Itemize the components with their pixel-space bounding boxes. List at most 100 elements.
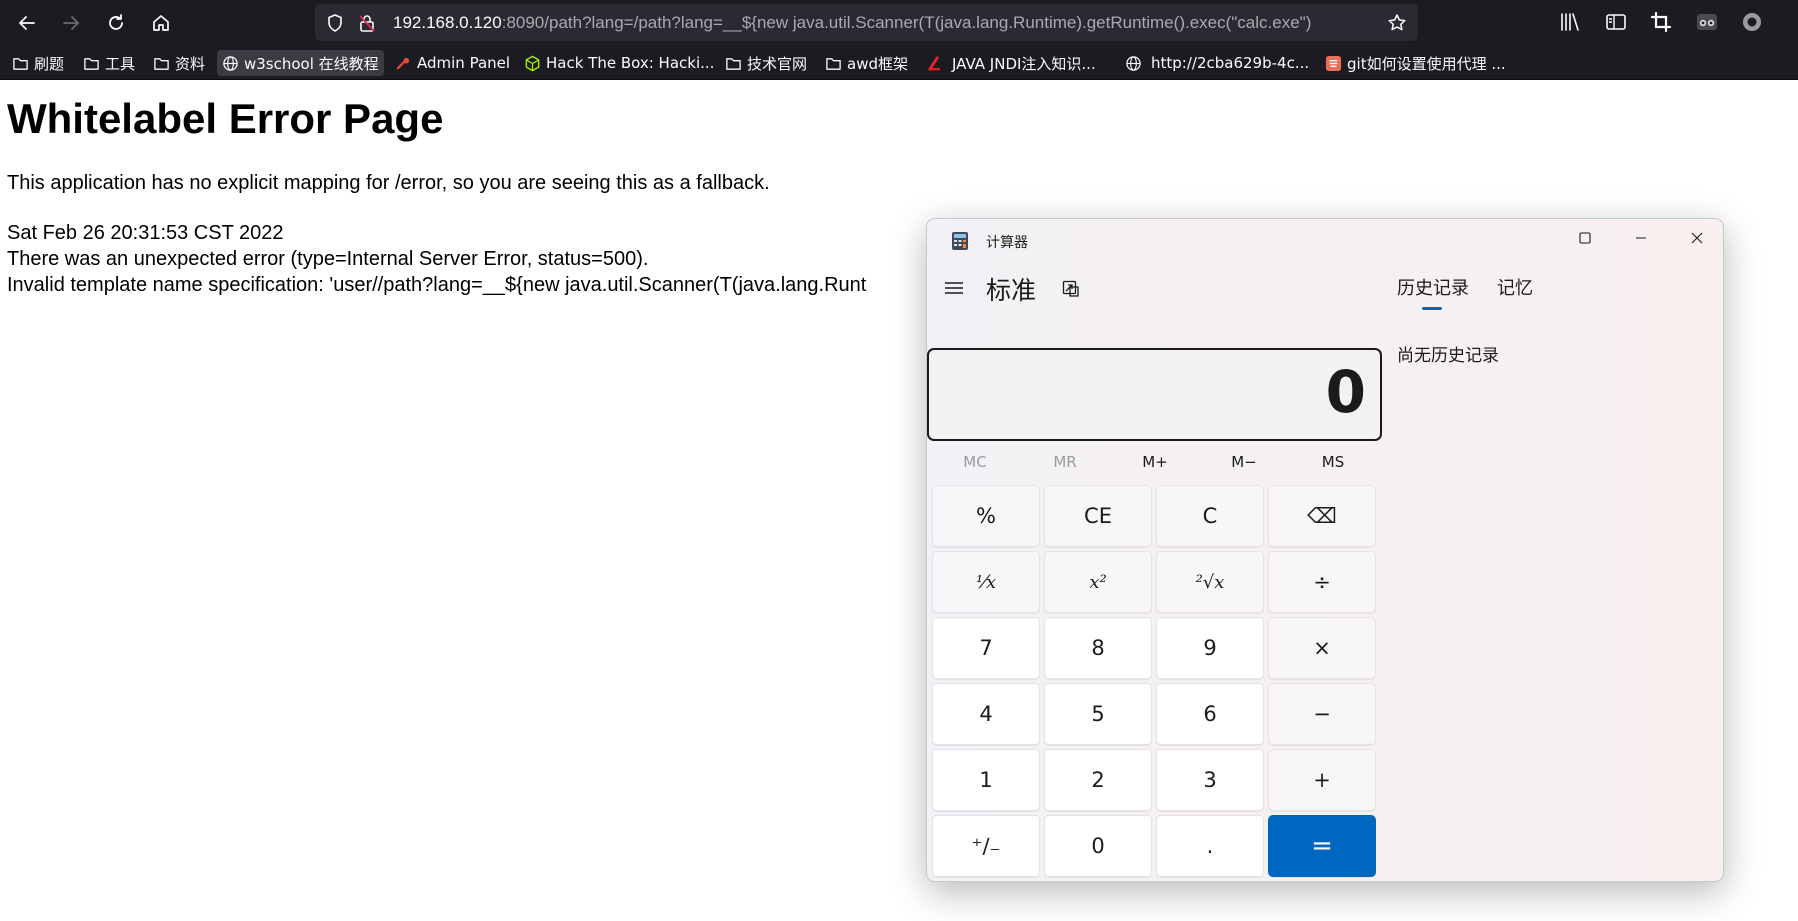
forward-arrow-icon bbox=[63, 16, 79, 30]
digit-1-key[interactable]: 1 bbox=[932, 749, 1040, 811]
bookmark-http-link[interactable]: http://2cba629b-4c... bbox=[1120, 50, 1314, 76]
back-button[interactable] bbox=[11, 7, 43, 39]
close-icon bbox=[1691, 232, 1703, 244]
digit-5-key[interactable]: 5 bbox=[1044, 683, 1152, 745]
close-button[interactable] bbox=[1669, 219, 1723, 257]
folder-icon bbox=[84, 57, 99, 70]
bookmark-label: git如何设置使用代理 ... bbox=[1347, 54, 1506, 73]
negate-key[interactable]: ⁺∕₋ bbox=[932, 815, 1040, 877]
back-arrow-icon bbox=[19, 16, 35, 30]
digit-4-key[interactable]: 4 bbox=[932, 683, 1040, 745]
hackthebox-icon bbox=[525, 55, 540, 71]
reciprocal-key[interactable]: ⅟x bbox=[932, 551, 1040, 613]
memory-clear-button[interactable]: MC bbox=[932, 445, 1018, 479]
tab-memory[interactable]: 记忆 bbox=[1497, 274, 1533, 300]
digit-9-key[interactable]: 9 bbox=[1156, 617, 1264, 679]
account-extension-icon[interactable] bbox=[1740, 10, 1764, 34]
digit-0-key[interactable]: 0 bbox=[1044, 815, 1152, 877]
bookmark-admin-panel[interactable]: Admin Panel bbox=[390, 50, 515, 76]
minimize-icon bbox=[1636, 237, 1646, 239]
csdn-icon bbox=[928, 55, 941, 71]
bookmarks-bar: 刷题 工具 资料 w3school 在线教程 Admin Panel Hack … bbox=[0, 45, 1798, 80]
bookmark-folder-刷题[interactable]: 刷题 bbox=[7, 50, 69, 76]
display-value: 0 bbox=[1325, 358, 1366, 426]
memory-row: MC MR M+ M− MS bbox=[932, 445, 1382, 479]
bookmark-git-proxy[interactable]: git如何设置使用代理 ... bbox=[1320, 50, 1511, 76]
window-title: 计算器 bbox=[986, 235, 1028, 251]
home-icon bbox=[153, 15, 169, 31]
mode-title: 标准 bbox=[986, 276, 1037, 305]
crop-extension-icon[interactable] bbox=[1649, 10, 1673, 34]
bookmark-label: 刷题 bbox=[34, 54, 65, 73]
shield-icon[interactable] bbox=[325, 13, 345, 33]
bookmark-folder-awd框架[interactable]: awd框架 bbox=[820, 50, 913, 76]
calculator-display: 0 bbox=[927, 348, 1382, 441]
admin-panel-icon bbox=[396, 57, 410, 69]
decimal-key[interactable]: . bbox=[1156, 815, 1264, 877]
insecure-lock-icon[interactable] bbox=[357, 13, 377, 33]
error-template-line: Invalid template name specification: 'us… bbox=[7, 274, 867, 296]
maximize-button[interactable] bbox=[1557, 219, 1613, 257]
digit-7-key[interactable]: 7 bbox=[932, 617, 1040, 679]
bookmark-label: JAVA JNDI注入知识... bbox=[952, 54, 1096, 73]
divide-key[interactable]: ÷ bbox=[1268, 551, 1376, 613]
browser-toolbar: 192.168.0.120:8090/path?lang=/path?lang=… bbox=[0, 0, 1798, 45]
error-timestamp: Sat Feb 26 20:31:53 CST 2022 bbox=[7, 222, 284, 244]
clear-key[interactable]: C bbox=[1156, 485, 1264, 547]
error-details: Sat Feb 26 20:31:53 CST 2022 There was a… bbox=[7, 220, 866, 298]
memory-add-button[interactable]: M+ bbox=[1112, 445, 1198, 479]
folder-icon bbox=[726, 57, 741, 70]
active-tab-indicator bbox=[1422, 307, 1442, 310]
subtract-key[interactable]: − bbox=[1268, 683, 1376, 745]
clear-entry-key[interactable]: CE bbox=[1044, 485, 1152, 547]
reload-button[interactable] bbox=[100, 7, 132, 39]
bookmark-label: 资料 bbox=[175, 54, 206, 73]
bookmark-label: Admin Panel bbox=[417, 54, 511, 72]
calculator-window: 计算器 标准 0 MC MR M+ M− MS % CE C ⌫ ⅟x x² ²√x ÷ 7 8 9… bbox=[926, 218, 1724, 882]
bookmark-hackthebox[interactable]: Hack The Box: Hacki... bbox=[519, 50, 719, 76]
square-root-key[interactable]: ²√x bbox=[1156, 551, 1264, 613]
tab-history[interactable]: 历史记录 bbox=[1397, 274, 1469, 300]
bookmark-label: w3school 在线教程 bbox=[244, 54, 379, 73]
bookmark-label: 工具 bbox=[105, 54, 136, 73]
bookmark-label: http://2cba629b-4c... bbox=[1151, 54, 1310, 72]
bookmark-label: 技术官网 bbox=[747, 54, 808, 73]
square-key[interactable]: x² bbox=[1044, 551, 1152, 613]
memory-recall-button[interactable]: MR bbox=[1022, 445, 1108, 479]
bookmark-star-icon[interactable] bbox=[1387, 13, 1407, 33]
digit-6-key[interactable]: 6 bbox=[1156, 683, 1264, 745]
percent-key[interactable]: % bbox=[932, 485, 1040, 547]
globe-icon bbox=[1126, 55, 1141, 71]
history-empty-message: 尚无历史记录 bbox=[1397, 346, 1499, 366]
folder-icon bbox=[826, 57, 841, 70]
hackbar-extension-icon[interactable] bbox=[1695, 10, 1719, 34]
reload-icon bbox=[109, 14, 123, 30]
globe-icon bbox=[223, 55, 238, 71]
memory-subtract-button[interactable]: M− bbox=[1201, 445, 1287, 479]
backspace-key[interactable]: ⌫ bbox=[1268, 485, 1376, 547]
error-status-line: There was an unexpected error (type=Inte… bbox=[7, 248, 649, 270]
bookmark-folder-工具[interactable]: 工具 bbox=[78, 50, 140, 76]
library-icon[interactable] bbox=[1558, 10, 1582, 34]
home-button[interactable] bbox=[145, 7, 177, 39]
multiply-key[interactable]: × bbox=[1268, 617, 1376, 679]
memory-store-button[interactable]: MS bbox=[1290, 445, 1376, 479]
digit-3-key[interactable]: 3 bbox=[1156, 749, 1264, 811]
add-key[interactable]: + bbox=[1268, 749, 1376, 811]
equals-key[interactable]: = bbox=[1268, 815, 1376, 877]
hamburger-menu-icon[interactable] bbox=[943, 279, 965, 297]
digit-8-key[interactable]: 8 bbox=[1044, 617, 1152, 679]
url-bar[interactable]: 192.168.0.120:8090/path?lang=/path?lang=… bbox=[315, 4, 1418, 41]
sidebar-icon[interactable] bbox=[1604, 10, 1628, 34]
error-description: This application has no explicit mapping… bbox=[7, 172, 770, 194]
forward-button[interactable] bbox=[55, 7, 87, 39]
page-title: Whitelabel Error Page bbox=[7, 95, 444, 142]
bookmark-folder-技术官网[interactable]: 技术官网 bbox=[720, 50, 812, 76]
digit-2-key[interactable]: 2 bbox=[1044, 749, 1152, 811]
url-text[interactable]: 192.168.0.120:8090/path?lang=/path?lang=… bbox=[393, 13, 1383, 33]
bookmark-java-jndi[interactable]: JAVA JNDI注入知识... bbox=[921, 50, 1101, 76]
minimize-button[interactable] bbox=[1613, 219, 1669, 257]
bookmark-w3school[interactable]: w3school 在线教程 bbox=[217, 50, 384, 76]
keep-on-top-icon[interactable] bbox=[1061, 279, 1081, 299]
bookmark-folder-资料[interactable]: 资料 bbox=[148, 50, 210, 76]
